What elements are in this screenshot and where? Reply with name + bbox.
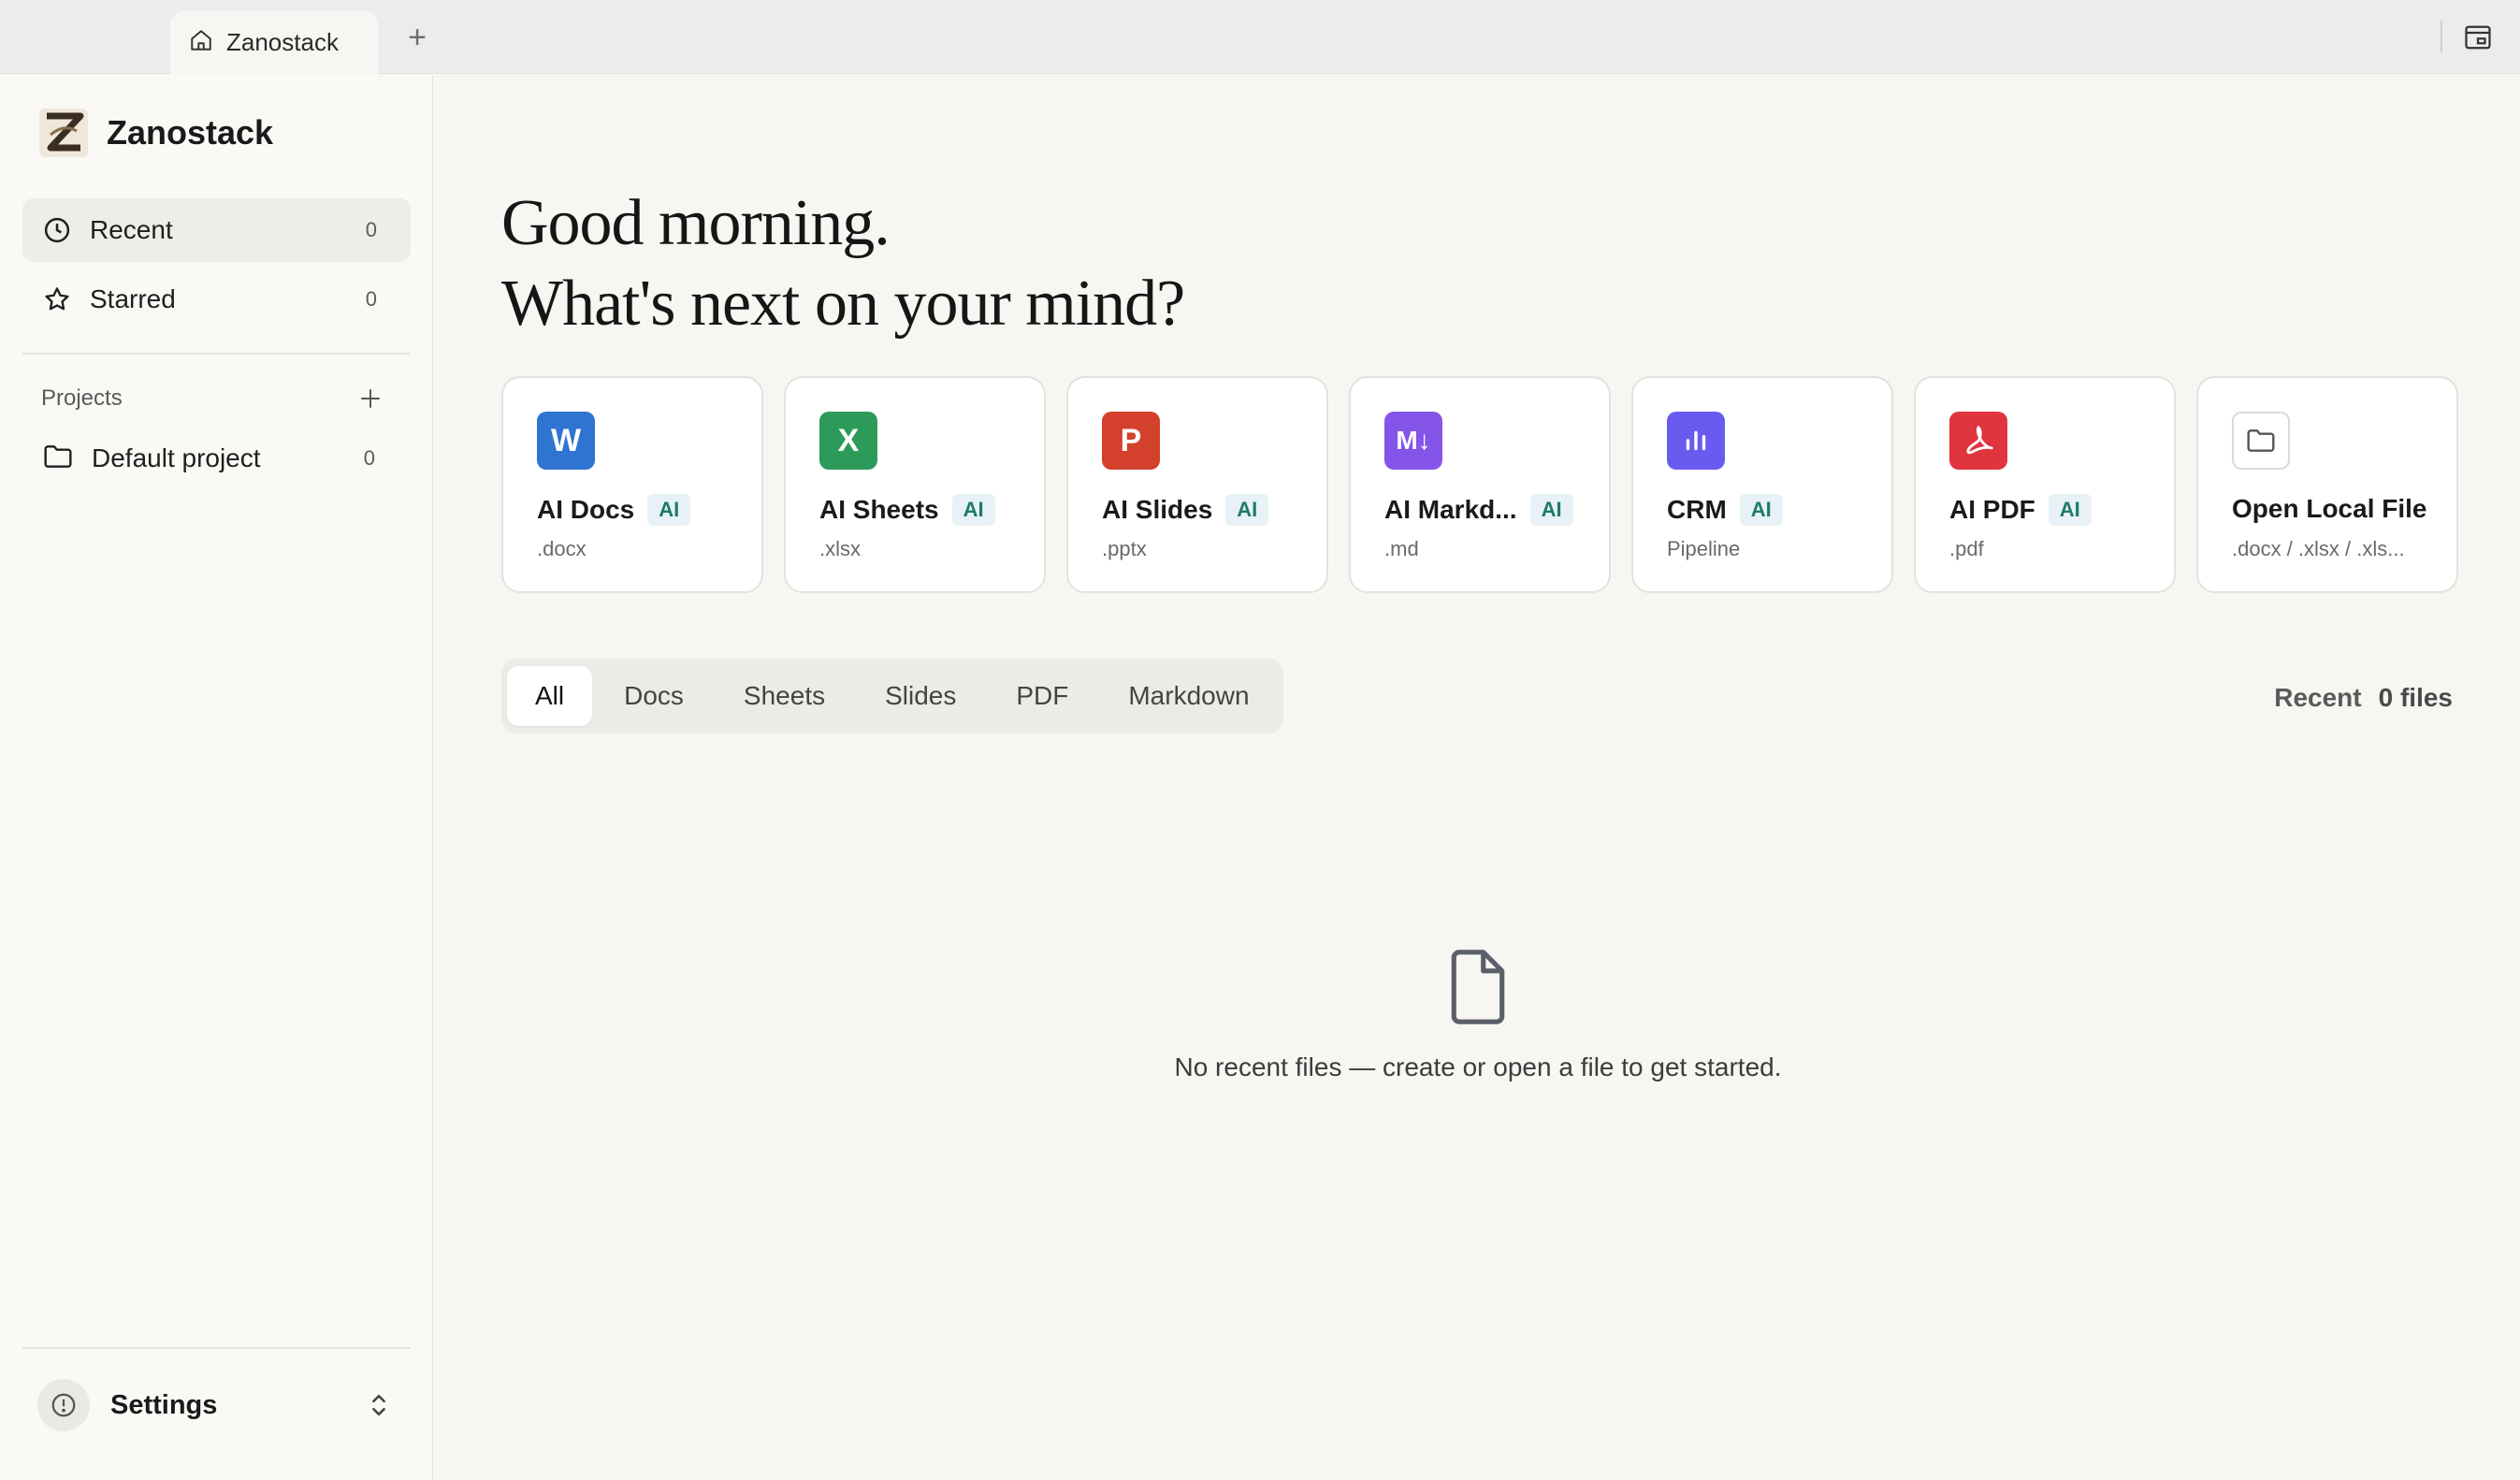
projects-header: Projects (41, 380, 387, 417)
filter-tab-markdown[interactable]: Markdown (1100, 666, 1277, 726)
clock-icon (41, 214, 73, 246)
sidebar-divider (22, 353, 411, 355)
sidebar-item-label: Starred (90, 284, 176, 313)
chevron-up-down-icon (366, 1389, 392, 1421)
markdown-icon: M↓ (1384, 412, 1442, 470)
card-title: AI PDF (1949, 495, 2035, 524)
filter-tab-pdf[interactable]: PDF (988, 666, 1096, 726)
card-subtitle: .pptx (1102, 537, 1147, 560)
card-open-local-file[interactable]: Open Local File .docx / .xlsx / .xls... (2196, 376, 2458, 593)
card-subtitle: Pipeline (1667, 537, 1741, 560)
powerpoint-icon: P (1102, 412, 1160, 470)
card-subtitle: .md (1384, 537, 1419, 560)
folder-icon (2232, 412, 2290, 470)
project-item-default[interactable]: Default project 0 (22, 430, 411, 486)
settings-button[interactable]: Settings (22, 1368, 411, 1443)
tab-home[interactable]: Zanostack (170, 11, 378, 74)
greeting: Good morning. What's next on your mind? (501, 183, 1185, 344)
zanostack-logo-icon (39, 109, 88, 157)
add-project-button[interactable] (354, 382, 387, 415)
ai-badge: AI (1225, 494, 1269, 526)
card-crm[interactable]: CRM AI Pipeline (1631, 376, 1893, 593)
ai-badge: AI (1739, 494, 1783, 526)
filter-tab-all[interactable]: All (507, 666, 593, 726)
tab-bar: Zanostack + (0, 0, 2520, 74)
card-ai-docs[interactable]: W AI Docs AI .docx (501, 376, 763, 593)
excel-icon: X (819, 412, 877, 470)
card-subtitle: .pdf (1949, 537, 1984, 560)
avatar (37, 1379, 90, 1431)
word-icon: W (537, 412, 595, 470)
filter-tab-sheets[interactable]: Sheets (716, 666, 853, 726)
brand-name: Zanostack (107, 113, 274, 152)
empty-state-text: No recent files — create or open a file … (1174, 1052, 1782, 1081)
file-count: 0 files (2378, 683, 2453, 712)
tabbar-divider (2440, 21, 2442, 52)
brand[interactable]: Zanostack (37, 107, 273, 159)
file-icon (1451, 950, 1505, 1024)
settings-label: Settings (110, 1389, 218, 1420)
project-count: 0 (363, 446, 375, 470)
recent-summary: Recent 0 files (2274, 683, 2453, 713)
card-ai-sheets[interactable]: X AI Sheets AI .xlsx (784, 376, 1046, 593)
card-subtitle: .xlsx (819, 537, 861, 560)
recent-count: 0 (365, 218, 377, 241)
star-icon (41, 283, 73, 315)
card-title: AI Sheets (819, 495, 939, 524)
project-label: Default project (92, 443, 261, 472)
ai-badge: AI (647, 494, 691, 526)
create-cards: W AI Docs AI .docx X AI Sheets AI .xlsx … (501, 376, 2458, 593)
greeting-line-1: Good morning. (501, 187, 891, 259)
chart-icon (1667, 412, 1725, 470)
card-title: CRM (1667, 495, 1727, 524)
card-title: AI Markd... (1384, 495, 1517, 524)
card-ai-markdown[interactable]: M↓ AI Markd... AI .md (1349, 376, 1611, 593)
card-title: Open Local File (2232, 494, 2427, 523)
new-tab-button[interactable]: + (402, 19, 432, 56)
ai-badge: AI (951, 494, 995, 526)
ai-badge: AI (1529, 494, 1573, 526)
card-subtitle: .docx (537, 537, 587, 560)
empty-state: No recent files — create or open a file … (1029, 950, 1927, 1082)
info-icon (51, 1393, 76, 1417)
home-icon (189, 28, 213, 57)
sidebar-item-recent[interactable]: Recent 0 (22, 198, 411, 262)
file-type-filter: All Docs Sheets Slides PDF Markdown (501, 659, 1283, 733)
sidebar: Zanostack Recent 0 Starred 0 Projects De… (0, 75, 433, 1480)
projects-label: Projects (41, 385, 123, 411)
greeting-line-2: What's next on your mind? (501, 268, 1185, 340)
card-subtitle: .docx / .xlsx / .xls... (2232, 537, 2405, 560)
pdf-icon (1949, 412, 2007, 470)
ai-badge: AI (2048, 494, 2092, 526)
sidebar-divider (22, 1347, 411, 1349)
starred-count: 0 (365, 287, 377, 311)
filter-tab-slides[interactable]: Slides (857, 666, 984, 726)
card-ai-pdf[interactable]: AI PDF AI .pdf (1914, 376, 2176, 593)
tab-title: Zanostack (226, 28, 339, 56)
card-ai-slides[interactable]: P AI Slides AI .pptx (1066, 376, 1328, 593)
sidebar-item-label: Recent (90, 215, 173, 244)
sidebar-toggle-icon[interactable] (2462, 22, 2494, 52)
card-title: AI Slides (1102, 495, 1213, 524)
filter-tab-docs[interactable]: Docs (596, 666, 712, 726)
recent-summary-label: Recent (2274, 683, 2362, 712)
folder-icon (43, 443, 73, 474)
sidebar-item-starred[interactable]: Starred 0 (22, 268, 411, 331)
card-title: AI Docs (537, 495, 635, 524)
